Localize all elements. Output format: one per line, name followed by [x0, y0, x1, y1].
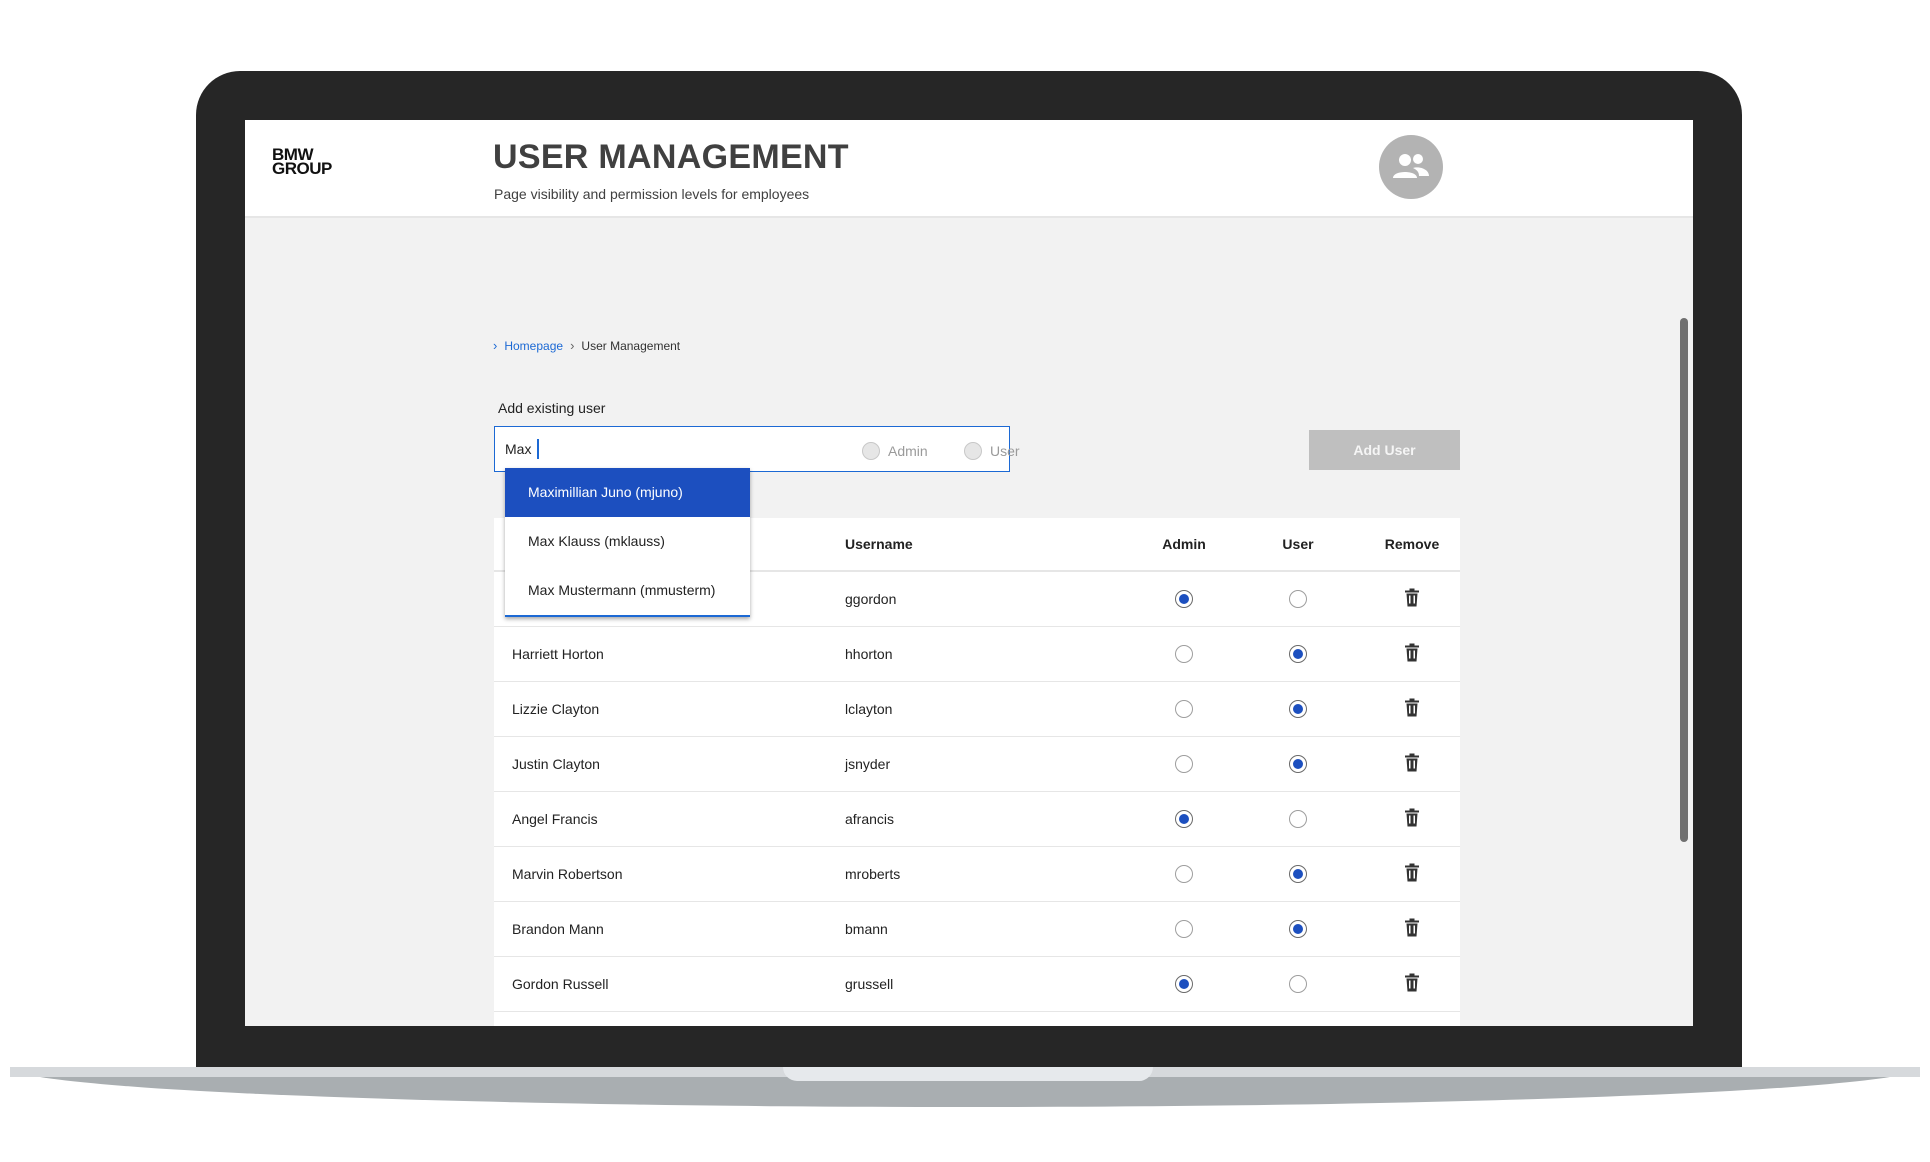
page-title: USER MANAGEMENT: [493, 138, 849, 176]
user-role-radio[interactable]: [1289, 755, 1307, 773]
suggestion-item[interactable]: Max Klauss (mklauss): [505, 517, 750, 566]
table-row: Justin Clayton jsnyder: [494, 737, 1460, 792]
radio-button[interactable]: [1175, 755, 1193, 773]
user-role-radio[interactable]: [1289, 920, 1307, 938]
radio-button[interactable]: [1289, 865, 1307, 883]
header-username: Username: [845, 536, 913, 552]
header-admin: Admin: [1162, 536, 1206, 552]
user-full-name: Marvin Robertson: [512, 866, 623, 882]
user-role-radio[interactable]: [1289, 700, 1307, 718]
admin-role-radio[interactable]: [1175, 810, 1193, 828]
user-username: jsnyder: [845, 756, 891, 772]
chevron-right-icon: ›: [493, 338, 498, 353]
radio-button[interactable]: [1175, 865, 1193, 883]
radio-button[interactable]: [1289, 975, 1307, 993]
add-user-label: Add existing user: [498, 400, 606, 416]
admin-role-radio[interactable]: [1175, 975, 1193, 993]
admin-radio-label: Admin: [888, 443, 928, 459]
header-remove: Remove: [1384, 536, 1440, 552]
table-row: Harriett Horton hhorton: [494, 627, 1460, 682]
radio-button[interactable]: [1289, 810, 1307, 828]
user-search-input[interactable]: [494, 426, 1010, 472]
radio-button[interactable]: [1175, 700, 1193, 718]
admin-role-radio[interactable]: [1175, 865, 1193, 883]
bmw-group-logo[interactable]: BMW GROUP: [272, 146, 332, 177]
radio-button[interactable]: [1175, 645, 1193, 663]
radio-button[interactable]: [1175, 590, 1193, 608]
user-full-name: Harriett Horton: [512, 646, 604, 662]
vertical-scrollbar[interactable]: [1680, 318, 1688, 842]
table-row: Gordon Russell grussell: [494, 957, 1460, 1012]
radio-button[interactable]: [1289, 590, 1307, 608]
user-username: grussell: [845, 976, 894, 992]
admin-role-radio[interactable]: [1175, 755, 1193, 773]
user-radio[interactable]: [964, 442, 982, 460]
app-header: BMW GROUP USER MANAGEMENT Page visibilit…: [245, 120, 1693, 218]
radio-button[interactable]: [1289, 755, 1307, 773]
radio-button[interactable]: [1175, 975, 1193, 993]
breadcrumb: › Homepage › User Management: [493, 338, 680, 353]
trash-icon[interactable]: [1405, 808, 1419, 830]
user-full-name: Lizzie Clayton: [512, 701, 600, 717]
suggestion-item[interactable]: Maximillian Juno (mjuno): [505, 468, 750, 517]
admin-role-radio[interactable]: [1175, 920, 1193, 938]
user-role-radio[interactable]: [1289, 645, 1307, 663]
user-username: mroberts: [845, 866, 901, 882]
user-radio-option[interactable]: User: [964, 442, 1020, 460]
admin-radio[interactable]: [862, 442, 880, 460]
trash-icon[interactable]: [1405, 753, 1419, 775]
chevron-right-icon: ›: [570, 338, 575, 353]
radio-button[interactable]: [1289, 700, 1307, 718]
user-role-radio[interactable]: [1289, 590, 1307, 608]
table-row: Angel Francis afrancis: [494, 792, 1460, 847]
user-username: lclayton: [845, 701, 893, 717]
user-full-name: Justin Clayton: [512, 756, 600, 772]
user-username: bmann: [845, 921, 888, 937]
table-body: ggordon Harriett Horton hhorton Lizzie Clay…: [494, 572, 1460, 1026]
user-role-radio[interactable]: [1289, 975, 1307, 993]
user-role-radio[interactable]: [1289, 810, 1307, 828]
add-user-button[interactable]: Add User: [1309, 430, 1460, 470]
trash-icon[interactable]: [1405, 698, 1419, 720]
page-subtitle: Page visibility and permission levels fo…: [494, 186, 810, 202]
admin-role-radio[interactable]: [1175, 700, 1193, 718]
laptop-notch: [783, 1067, 1153, 1081]
table-row: Brandon Mann bmann: [494, 902, 1460, 957]
suggestion-item[interactable]: Max Mustermann (mmusterm): [505, 566, 750, 615]
trash-icon[interactable]: [1405, 588, 1419, 610]
admin-radio-option[interactable]: Admin: [862, 442, 928, 460]
radio-button[interactable]: [1289, 920, 1307, 938]
main-content: › Homepage › User Management Add existin…: [245, 218, 1693, 1026]
user-username: ggordon: [845, 591, 897, 607]
admin-role-radio[interactable]: [1175, 590, 1193, 608]
breadcrumb-home-link[interactable]: Homepage: [504, 339, 563, 353]
table-row: Gertrude Gordonggordon: [494, 1012, 1460, 1026]
user-suggestions-dropdown: Maximillian Juno (mjuno) Max Klauss (mkla…: [505, 468, 750, 617]
header-user: User: [1282, 536, 1314, 552]
radio-button[interactable]: [1289, 645, 1307, 663]
text-caret: [537, 439, 539, 459]
user-full-name: Brandon Mann: [512, 921, 604, 937]
trash-icon[interactable]: [1405, 863, 1419, 885]
users-icon[interactable]: [1379, 135, 1443, 199]
trash-icon[interactable]: [1405, 643, 1419, 665]
user-full-name: Angel Francis: [512, 811, 598, 827]
user-radio-label: User: [990, 443, 1020, 459]
radio-button[interactable]: [1175, 810, 1193, 828]
admin-role-radio[interactable]: [1175, 645, 1193, 663]
user-username: hhorton: [845, 646, 893, 662]
user-full-name: Gordon Russell: [512, 976, 609, 992]
user-role-radio[interactable]: [1289, 865, 1307, 883]
table-row: Lizzie Clayton lclayton: [494, 682, 1460, 737]
trash-icon[interactable]: [1405, 918, 1419, 940]
trash-icon[interactable]: [1405, 973, 1419, 995]
breadcrumb-current: User Management: [581, 338, 681, 353]
user-username: afrancis: [845, 811, 895, 827]
table-row: Marvin Robertson mroberts: [494, 847, 1460, 902]
screen: BMW GROUP USER MANAGEMENT Page visibilit…: [245, 120, 1693, 1026]
radio-button[interactable]: [1175, 920, 1193, 938]
